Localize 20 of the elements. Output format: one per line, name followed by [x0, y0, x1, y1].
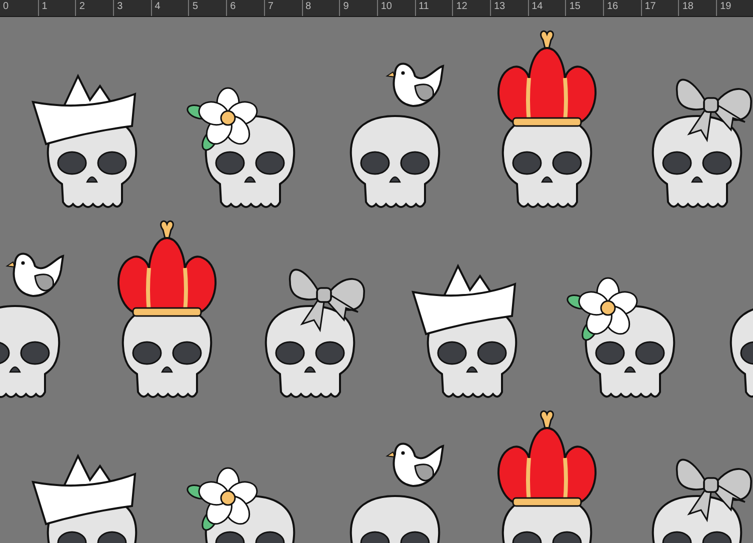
ruler-label: 10	[380, 0, 392, 14]
ruler-label: 16	[607, 0, 618, 14]
ruler-label: 12	[456, 0, 468, 14]
ruler-label: 19	[720, 0, 732, 14]
ruler-label: 0	[3, 0, 9, 14]
ruler-label: 14	[532, 0, 543, 14]
ruler-label: 3	[117, 0, 123, 14]
ruler-label: 5	[192, 0, 198, 14]
ruler-label: 9	[343, 0, 349, 14]
ruler-label: 13	[494, 0, 506, 14]
ruler-label: 6	[230, 0, 236, 14]
ruler-label: 8	[306, 0, 312, 14]
ruler-label: 18	[682, 0, 694, 14]
ruler-label: 2	[79, 0, 85, 14]
ruler-label: 4	[154, 0, 160, 14]
ruler-label: 11	[418, 0, 429, 14]
ruler-label: 17	[644, 0, 656, 14]
ruler-label: 7	[268, 0, 274, 14]
ruler-label: 15	[569, 0, 580, 14]
ruler-label: 1	[42, 0, 48, 14]
